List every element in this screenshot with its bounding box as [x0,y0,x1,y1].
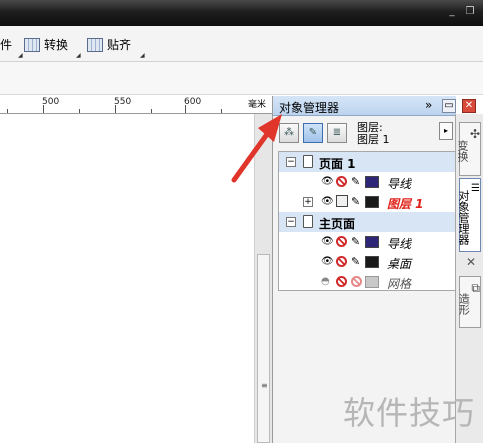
layer-color-swatch[interactable] [365,236,379,248]
visibility-eye-icon[interactable]: 👁 [321,257,334,267]
ruler-tick [185,105,186,113]
watermark-text: 软件技巧 [343,394,476,432]
tree-row-page1[interactable]: − 页面 1 [279,152,455,172]
layer-label: 桌面 [387,257,412,271]
layer-color-swatch[interactable] [365,196,379,208]
expand-icon[interactable]: + [303,197,313,207]
tab-label: 造形 [457,293,471,315]
transform-icon: ✣ [469,127,480,141]
object-manager-icon: ☰ [471,183,480,194]
tree-row-layer[interactable]: 👁 ✎ 导线 [279,172,455,192]
ruler-label: 500 [42,97,60,107]
page-label: 页面 1 [319,157,356,171]
tree-row-layer[interactable]: 👁 ✎ 桌面 [279,252,455,272]
annotation-arrow [231,114,282,183]
close-tab-icon[interactable]: ✕ [466,255,476,269]
collapse-docker-icon[interactable]: » [425,98,432,112]
tree-row-master-page[interactable]: − 主页面 [279,212,455,232]
ruler-label: 550 [114,97,132,107]
convert-icon [24,38,40,52]
tab-object-manager[interactable]: ☰ 对象管理器 [457,178,481,252]
editable-pencil-icon[interactable]: ✎ [351,175,360,188]
layer-color-swatch[interactable] [365,276,379,288]
hidden-eye-icon[interactable]: ◓ [321,277,330,287]
no-print-icon[interactable] [336,256,347,267]
window-titlebar: _ ❐ [0,0,483,26]
locked-pencil-icon[interactable] [351,276,362,287]
shaping-icon: ⧉ [471,281,480,295]
menubar: 件 ◢ 转换 ◢ 贴齐 ◢ [0,26,483,62]
no-print-icon[interactable] [336,276,347,287]
menu-caret: ◢ [18,52,23,59]
editable-pencil-icon[interactable]: ✎ [351,255,360,268]
tab-shaping[interactable]: ⧉ 造形 [457,276,481,328]
ruler-tick [151,109,152,113]
tab-transform[interactable]: ✣ 变换 [455,122,481,176]
snap-icon [87,38,103,52]
tree-row-layer[interactable]: ◓ 网格 [279,272,455,292]
current-layer-value: 图层 1 [357,133,390,146]
minimize-button[interactable]: _ [446,6,458,18]
collapse-icon[interactable]: − [286,217,296,227]
restore-button[interactable]: ❐ [464,6,476,18]
ruler-tick [43,105,44,113]
docker-close-button[interactable]: ✕ [462,99,476,113]
ruler-label: 600 [184,97,202,107]
ruler-tick [221,109,222,113]
editable-pencil-icon[interactable]: ✎ [351,235,360,248]
ruler-tick [79,109,80,113]
menu-label: 贴齐 [107,38,132,52]
editable-pencil-icon[interactable]: ✎ [351,195,360,208]
docker-header: 对象管理器 » _ [273,96,456,116]
printer-icon[interactable] [336,195,348,207]
menu-item-file-partial[interactable]: 件 [0,36,12,54]
drawing-canvas[interactable] [0,114,254,443]
layer-color-swatch[interactable] [365,176,379,188]
page-icon [303,155,313,168]
layer-color-swatch[interactable] [365,256,379,268]
visibility-eye-icon[interactable]: 👁 [321,177,334,187]
docker-minimize-button[interactable]: ▭ [442,99,456,113]
layer-manager-view-button[interactable]: ≣ [327,123,347,143]
scrollbar-grip-icon: ≡ [261,381,268,390]
tree-row-layer[interactable]: + 👁 ✎ 图层 1 [279,192,455,212]
property-bar [0,62,483,95]
master-page-label: 主页面 [319,217,356,231]
ruler-unit: 毫米 [248,100,267,110]
menu-item-snap[interactable]: 贴齐 [87,36,131,54]
visibility-eye-icon[interactable]: 👁 [321,237,334,247]
menu-caret: ◢ [140,52,145,59]
menu-item-convert[interactable]: 转换 [24,36,68,54]
menu-label: 转换 [44,38,69,52]
ruler-tick [7,109,8,113]
no-print-icon[interactable] [336,176,347,187]
ruler-tick [115,105,116,113]
visibility-eye-icon[interactable]: 👁 [321,197,334,207]
docker-title: 对象管理器 [279,101,340,115]
object-tree: − 页面 1 👁 ✎ 导线 + 👁 ✎ 图层 1 − 主页面 👁 ✎ 导线 👁 … [278,151,456,291]
tab-label: 变换 [455,140,469,162]
page-icon [303,215,313,228]
menu-label: 件 [0,38,13,52]
menu-caret: ◢ [76,52,81,59]
layer-label: 网格 [387,277,412,291]
edit-across-layers-button[interactable]: ✎ [303,123,323,143]
tree-row-layer[interactable]: 👁 ✎ 导线 [279,232,455,252]
layer-label: 导线 [387,237,412,251]
docker-toolbar: ⁂ ✎ ≣ 图层: 图层 1 ▸ [273,116,456,148]
tab-label: 对象管理器 [457,189,471,245]
docker-menu-button[interactable]: ▸ [439,122,453,140]
layer-label: 导线 [387,177,412,191]
no-print-icon[interactable] [336,236,347,247]
scrollbar-thumb[interactable]: ≡ [257,254,270,443]
layer-label: 图层 1 [387,197,424,211]
